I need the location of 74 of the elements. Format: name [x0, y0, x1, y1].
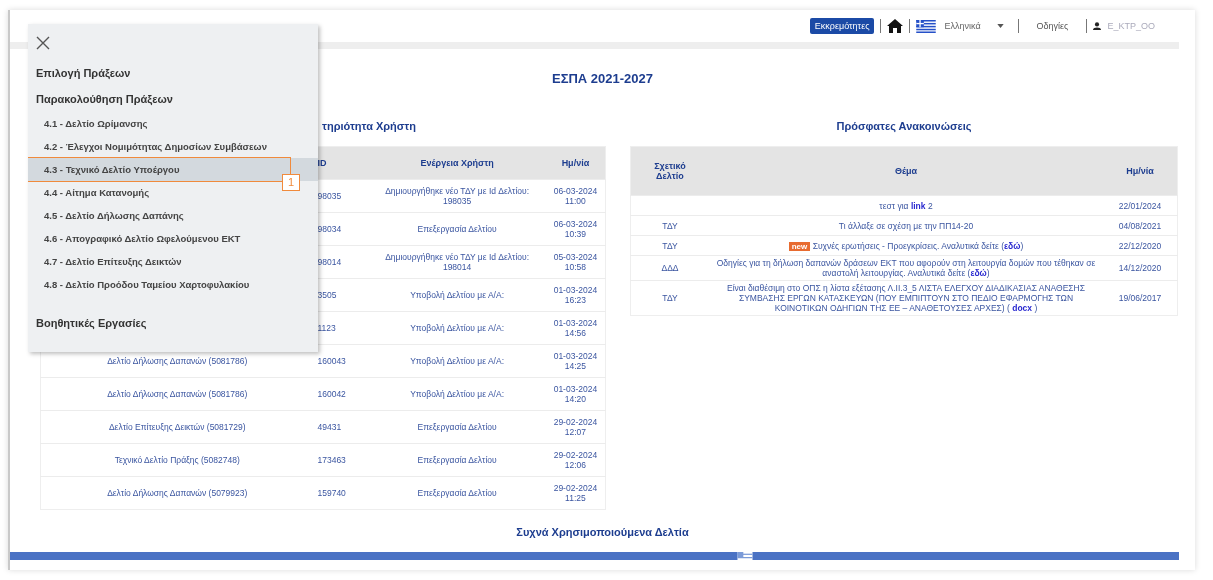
menu-item[interactable]: 4.2 - Έλεγχοι Νομιμότητας Δημοσίων Συμβάσεων	[28, 135, 275, 158]
menu-item[interactable]: 4.4 - Αίτημα Κατανομής	[28, 181, 158, 204]
table-cell: 05-03-2024 10:58	[545, 245, 606, 279]
announcement-text: Τι άλλαξε σε σχέση με την ΠΠ14-20	[838, 220, 974, 231]
table-cell: 29-02-2024 12:07	[545, 410, 606, 444]
table-cell: 49431	[313, 410, 369, 444]
table-cell: 22/01/2024	[1103, 195, 1178, 216]
announcement-text: τεστ για link 2	[879, 200, 933, 211]
table-cell: Επεξεργασία Δελτίου	[368, 443, 546, 477]
section-title: Συχνά Χρησιμοποιούμενα Δελτία	[515, 526, 690, 538]
table-cell: Επεξεργασία Δελτίου	[368, 476, 546, 510]
announcement-text: Συχνές ερωτήσεις - Προεγκρίσεις. Αναλυτικά δείτε (εδώ)	[812, 240, 1024, 251]
menu-item[interactable]: Επιλογή Πράξεων	[28, 60, 139, 86]
table-cell: 29-02-2024 11:25	[545, 476, 606, 510]
language-selector[interactable]: Ελληνικά	[944, 21, 981, 31]
table-cell: 01-03-2024 14:56	[545, 311, 606, 345]
section-title: Πρόσφατες Ανακοινώσεις	[836, 120, 972, 134]
table-cell: Δελτίο Δήλωσης Δαπανών (5079923)	[40, 476, 314, 510]
menu-item[interactable]: Παρακολούθηση Πράξεων	[28, 86, 181, 112]
callout-number: 1	[282, 174, 300, 191]
table-cell: ΔΔΔ	[630, 255, 709, 281]
table-cell: ΤΔΥ	[630, 215, 709, 236]
table-cell: 06-03-2024 11:00	[545, 179, 606, 213]
table-cell: 04/08/2021	[1103, 215, 1178, 236]
link[interactable]: docx	[1012, 303, 1033, 313]
table-cell: Υποβολή Δελτίου με Α/Α:	[368, 344, 546, 378]
menu-item[interactable]: 4.6 - Απογραφικό Δελτίο Ωφελούμενου ΕΚΤ	[28, 227, 249, 250]
link[interactable]: link	[910, 200, 926, 211]
pending-button[interactable]: Εκκρεμότητες	[809, 18, 875, 34]
close-icon[interactable]	[36, 36, 50, 50]
table-cell: 22/12/2020	[1103, 235, 1178, 256]
table-cell: Επεξεργασία Δελτίου	[368, 212, 546, 246]
announcement-text: Είναι διαθέσιμη στο ΟΠΣ η λίστα εξέτασης Λ.ΙΙ.3_5 ΛΙΣΤΑ ΕΛΕΓΧΟΥ ΔΙΑΔΙΚΑΣΙΑΣ ΑΝΑΘΕΣΗΣ ΣΥΜΒΑΣΗΣ ΕΡΓΩΝ ΚΑΤΑΣΚΕΥΩΝ (ΠΟΥ ΕΜΠΙΠΤΟΥΝ ΣΤΟ ΠΕΔΙΟ ΕΦΑΡΜΟΓΗΣ ΤΩΝ ΚΟΙΝΟΤΙΚΩΝ ΟΔΗΓΙΩΝ ΤΗΣ ΕΕ – ΑΝΑΘΕΤΟΥΣΕΣ ΑΡΧΕΣ) ( docx )	[726, 283, 1085, 313]
section-title: τηριότητα Χρήστη	[322, 120, 416, 134]
user-icon	[1093, 22, 1102, 30]
menu-item[interactable]: 4.5 - Δελτίο Δήλωσης Δαπάνης	[28, 204, 192, 227]
table-cell: 159740	[313, 476, 369, 510]
table-cell: Υποβολή Δελτίου με Α/Α:	[368, 377, 546, 411]
column-header: Ενέργεια Χρήστη	[368, 146, 546, 180]
caret-icon[interactable]	[996, 24, 1004, 28]
announcement-text: Οδηγίες για τη δήλωση δαπανών δράσεων ΕΚΤ που αφορούν στη λειτουργία δομών που τέθηκαν σε αναστολή λειτουργίας. Αναλυτικά δείτε (εδώ)	[716, 258, 1096, 278]
home-icon[interactable]	[887, 19, 904, 33]
table-cell: ΤΔΥ	[630, 280, 709, 316]
column-header: Σχετικό Δελτίο	[630, 146, 709, 196]
page-title: ΕΣΠΑ 2021-2027	[552, 71, 653, 86]
table-cell: 01-03-2024 14:20	[545, 377, 606, 411]
table-cell: Δελτίο Επίτευξης Δεικτών (5081729)	[40, 410, 314, 444]
table-cell: 173463	[313, 443, 369, 477]
table-cell: 160042	[313, 377, 369, 411]
table-cell: 19/06/2017	[1103, 280, 1178, 316]
column-header: Ημ/νία	[545, 146, 606, 180]
table-cell: 29-02-2024 12:06	[545, 443, 606, 477]
menu-item[interactable]: 4.7 - Δελτίο Επίτευξης Δεικτών	[28, 250, 190, 273]
new-badge: new	[788, 241, 811, 251]
table-cell: Δελτίο Δήλωσης Δαπανών (5081786)	[40, 377, 314, 411]
table-cell: 01-03-2024 16:23	[545, 278, 606, 312]
table-cell: ΤΔΥ	[630, 235, 709, 256]
table-cell: Τεχνικό Δελτίο Πράξης (5082748)	[40, 443, 314, 477]
help-link[interactable]: Οδηγίες	[1036, 21, 1069, 31]
menu-item[interactable]: 4.8 - Δελτίο Προόδου Ταμείου Χαρτοφυλακίου	[28, 273, 258, 296]
menu-item[interactable]: 4.1 - Δελτίο Ωρίμανσης	[28, 112, 156, 135]
table-cell: Υποβολή Δελτίου με Α/Α:	[368, 311, 546, 345]
table-cell: 14/12/2020	[1103, 255, 1178, 281]
table-cell: 06-03-2024 10:39	[545, 212, 606, 246]
table-cell: 01-03-2024 14:25	[545, 344, 606, 378]
column-header: Ημ/νία	[1103, 146, 1178, 196]
column-header: Θέμα	[709, 146, 1103, 196]
table-cell: Δημιουργήθηκε νέο ΤΔΥ με Id Δελτίου: 198014	[368, 245, 546, 279]
table-cell: Δημιουργήθηκε νέο ΤΔΥ με Id Δελτίου: 198035	[368, 179, 546, 213]
menu-item[interactable]: Βοηθητικές Εργασίες	[28, 310, 155, 336]
flag-icon	[916, 19, 937, 33]
table-cell: Επεξεργασία Δελτίου	[368, 410, 546, 444]
link[interactable]: εδώ	[970, 268, 987, 278]
table-cell: Υποβολή Δελτίου με Α/Α:	[368, 278, 546, 312]
